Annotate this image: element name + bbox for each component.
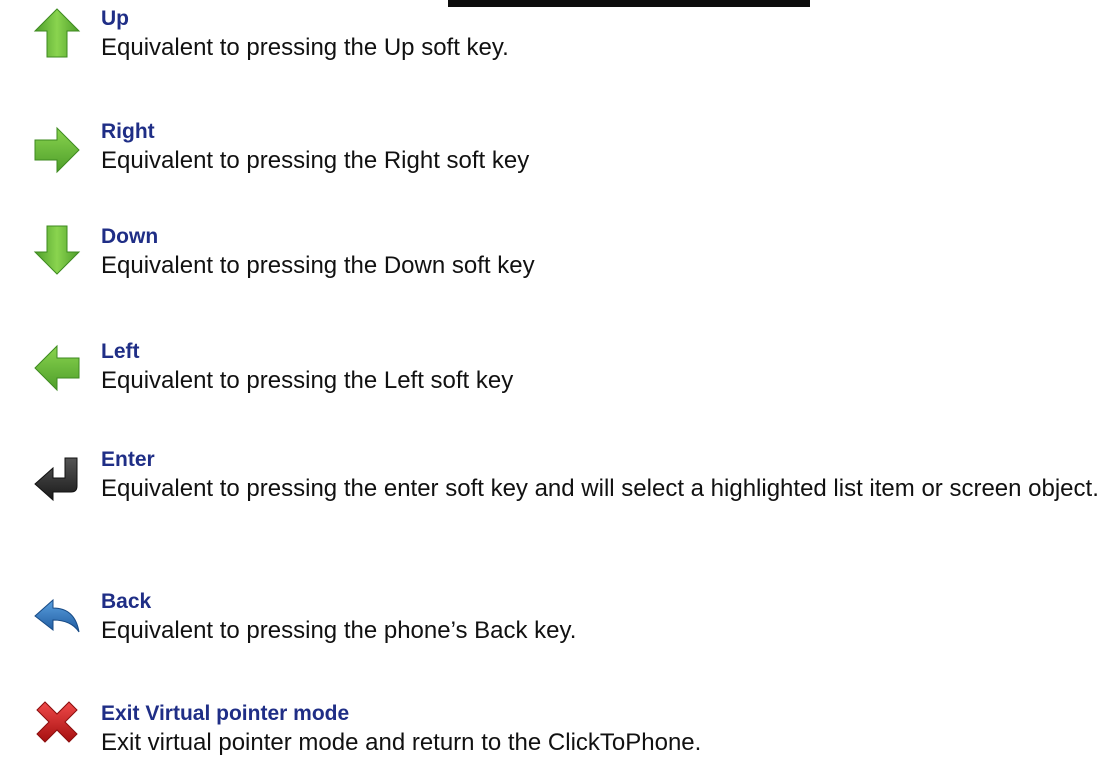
down-arrow-icon: [33, 224, 81, 276]
entry-title: Down: [101, 225, 159, 248]
entry-description: Equivalent to pressing the Down soft key: [101, 252, 535, 279]
top-cropped-bar: [448, 0, 810, 7]
entry-description: Equivalent to pressing the Right soft ke…: [101, 147, 530, 174]
enter-icon: [33, 452, 81, 504]
entry-title: Left: [101, 340, 140, 363]
right-arrow-icon: [33, 124, 81, 176]
entry-description: Exit virtual pointer mode and return to …: [101, 729, 702, 756]
entry-description: Equivalent to pressing the enter soft ke…: [101, 475, 1099, 502]
back-icon: [33, 592, 81, 644]
up-arrow-icon: [33, 7, 81, 59]
entry-title: Right: [101, 120, 155, 143]
entry-description: Equivalent to pressing the Left soft key: [101, 367, 514, 394]
entry-title: Exit Virtual pointer mode: [101, 702, 350, 725]
entry-title: Up: [101, 7, 129, 30]
entry-description: Equivalent to pressing the phone’s Back …: [101, 617, 577, 644]
close-x-icon: [33, 700, 81, 752]
left-arrow-icon: [33, 342, 81, 394]
entry-title: Back: [101, 590, 152, 613]
entry-title: Enter: [101, 448, 155, 471]
entry-description: Equivalent to pressing the Up soft key.: [101, 34, 509, 61]
